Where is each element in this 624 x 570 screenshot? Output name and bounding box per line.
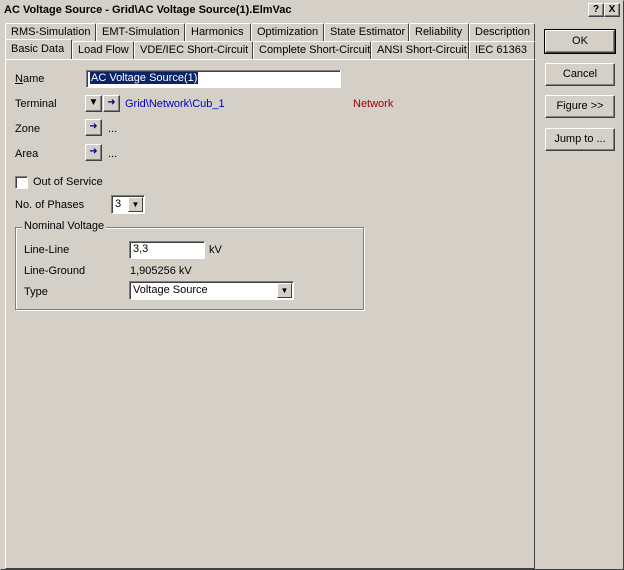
line-ground-label: Line-Ground <box>24 265 86 277</box>
terminal-dropdown-button[interactable]: ▼ <box>85 95 102 112</box>
tab-complete-short-circuit[interactable]: Complete Short-Circuit <box>253 41 371 59</box>
terminal-jump-button[interactable]: ➜ <box>103 95 120 112</box>
tab-harmonics[interactable]: Harmonics <box>185 23 251 41</box>
line-line-input[interactable]: 3,3 <box>129 241 205 259</box>
terminal-network: Network <box>353 98 394 110</box>
tab-state-estimator[interactable]: State Estimator <box>324 23 409 41</box>
close-button[interactable]: X <box>604 3 620 17</box>
type-value: Voltage Source <box>133 284 208 296</box>
type-select[interactable]: Voltage Source ▼ <box>129 281 294 300</box>
line-ground-value: 1,905256 kV <box>130 265 192 277</box>
name-input[interactable]: AC Voltage Source(1) <box>86 70 341 88</box>
line-line-unit: kV <box>209 244 222 256</box>
zone-value: ... <box>108 123 118 135</box>
jump-to-button[interactable]: Jump to ... <box>545 128 615 151</box>
terminal-link[interactable]: Grid\Network\Cub_1 <box>125 98 225 110</box>
phases-select[interactable]: 3 ▼ <box>111 195 145 214</box>
name-label-rest: ame <box>22 73 45 85</box>
line-line-label: Line-Line <box>24 244 70 256</box>
tab-reliability[interactable]: Reliability <box>409 23 469 41</box>
arrow-right-icon: ➜ <box>89 121 98 132</box>
tab-basic-data[interactable]: Basic Data <box>5 39 72 59</box>
ok-button[interactable]: OK <box>544 29 616 54</box>
figure-button[interactable]: Figure >> <box>545 95 615 118</box>
tab-vde-iec-short-circuit[interactable]: VDE/IEC Short-Circuit <box>134 41 253 59</box>
dialog-window: AC Voltage Source - Grid\AC Voltage Sour… <box>0 0 624 570</box>
area-value: ... <box>108 148 118 160</box>
title-bar[interactable]: AC Voltage Source - Grid\AC Voltage Sour… <box>1 1 623 20</box>
help-button[interactable]: ? <box>588 3 604 17</box>
zone-jump-button[interactable]: ➜ <box>85 119 102 136</box>
nominal-voltage-title: Nominal Voltage <box>22 220 107 232</box>
chevron-down-icon[interactable]: ▼ <box>128 197 143 212</box>
triangle-down-icon: ▼ <box>88 97 99 108</box>
name-value: AC Voltage Source(1) <box>90 72 199 84</box>
tab-emt-simulation[interactable]: EMT-Simulation <box>96 23 185 41</box>
tab-iec-61363[interactable]: IEC 61363 <box>469 41 535 59</box>
type-label: Type <box>24 286 48 298</box>
window-title: AC Voltage Source - Grid\AC Voltage Sour… <box>4 4 292 16</box>
phases-label: No. of Phases <box>15 199 85 211</box>
chevron-down-icon[interactable]: ▼ <box>277 283 292 298</box>
cancel-button[interactable]: Cancel <box>545 63 615 86</box>
out-of-service-label: Out of Service <box>33 176 103 188</box>
tab-load-flow[interactable]: Load Flow <box>72 41 134 59</box>
arrow-right-icon: ➜ <box>107 97 116 108</box>
out-of-service-checkbox[interactable] <box>15 176 28 189</box>
phases-value: 3 <box>115 198 122 210</box>
zone-label: Zone <box>15 123 41 135</box>
area-label: Area <box>15 148 39 160</box>
area-jump-button[interactable]: ➜ <box>85 144 102 161</box>
name-label: Name <box>15 73 45 85</box>
terminal-label: Terminal <box>15 98 57 110</box>
tab-optimization[interactable]: Optimization <box>251 23 324 41</box>
arrow-right-icon: ➜ <box>89 146 98 157</box>
tab-description[interactable]: Description <box>469 23 535 41</box>
tab-ansi-short-circuit[interactable]: ANSI Short-Circuit <box>371 41 469 59</box>
